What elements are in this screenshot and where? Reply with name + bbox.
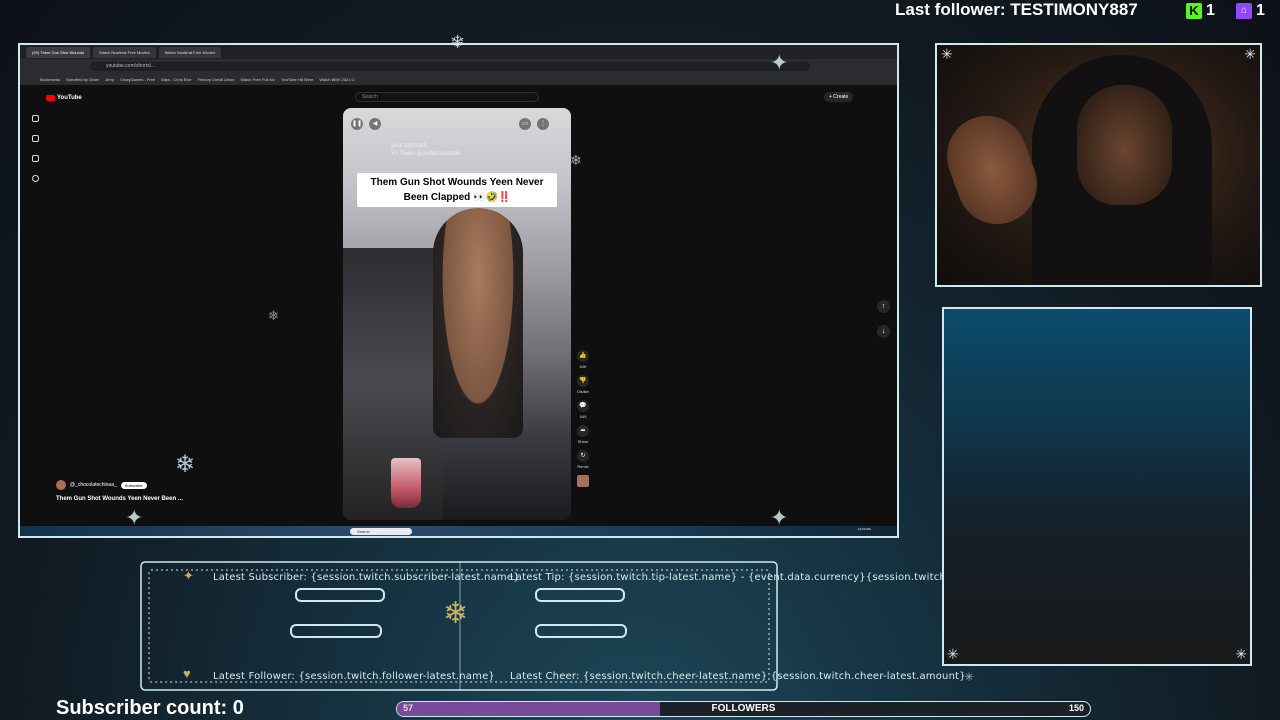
- remix-icon[interactable]: ↻: [577, 450, 589, 462]
- dislike-label: Dislike: [577, 389, 589, 394]
- bookmark-item[interactable]: Jerry: [105, 77, 114, 82]
- bookmark-item[interactable]: Specified by Order: [66, 77, 99, 82]
- heart-icon: ♥: [183, 666, 191, 681]
- webcam-feed: ✳ ✳: [935, 43, 1262, 287]
- youtube-search-input[interactable]: Search: [355, 92, 539, 102]
- pause-icon[interactable]: ❚❚: [351, 118, 363, 130]
- more-icon[interactable]: ⋮: [537, 118, 549, 130]
- sparkle-icon: ✳: [1235, 646, 1247, 662]
- remix-label: Remix: [577, 464, 589, 469]
- short-video-player[interactable]: your stomach >> Them gunshot wounds Them…: [343, 108, 571, 520]
- subtitle-line: >> Them gunshot wounds: [391, 151, 461, 157]
- youtube-logo-text: YouTube: [57, 95, 82, 101]
- share-icon[interactable]: ➦: [577, 425, 589, 437]
- sidebar-item-shorts[interactable]: [31, 135, 39, 142]
- channel-avatar[interactable]: [56, 480, 66, 490]
- snowflake-icon: ❄: [175, 451, 196, 478]
- decor-pill: [535, 624, 627, 638]
- drink-cup: [391, 458, 421, 508]
- bookmark-item[interactable]: Watch BMX 2021 O: [319, 77, 354, 82]
- twitch-icon: ⌂: [1236, 3, 1252, 19]
- latest-subscriber-text: Latest Subscriber: {session.twitch.subsc…: [213, 572, 520, 583]
- taskbar-search[interactable]: Search: [350, 528, 412, 535]
- browser-tab[interactable]: Watch Nosferat Free Movies: [93, 46, 156, 58]
- previous-short-icon[interactable]: ↑: [877, 300, 890, 313]
- subtitle-line: your stomach: [391, 143, 428, 149]
- youtube-play-icon: [46, 95, 55, 101]
- comment-count: 549: [579, 414, 587, 419]
- decor-pill: [535, 588, 625, 602]
- sound-thumbnail[interactable]: [577, 475, 589, 487]
- youtube-sidebar: [28, 115, 42, 182]
- chat-panel: ✳ ✳: [942, 307, 1252, 666]
- sparkle-icon: ✦: [125, 505, 144, 530]
- subscribe-button[interactable]: Subscribe: [120, 481, 147, 489]
- last-follower-label: Last follower: TESTIMONY887: [895, 0, 1138, 19]
- comment-icon[interactable]: 💬: [577, 400, 589, 412]
- taskbar-clock: 12:23 AM: [858, 527, 871, 531]
- snowflake-icon: ❄: [268, 308, 279, 323]
- channel-row: @_chocolatechinaa_ Subscribe: [56, 480, 147, 490]
- followers-goal-bar: 57 FOLLOWERS 150: [396, 701, 1091, 717]
- sidebar-item-home[interactable]: [31, 115, 39, 122]
- bookmark-item[interactable]: Firstory Credit Union: [198, 77, 235, 82]
- like-count: 44K: [579, 364, 587, 369]
- snowflake-icon: ❄: [450, 32, 466, 52]
- kick-follower-badge: K 1: [1186, 2, 1215, 20]
- video-subject: [433, 208, 523, 438]
- browser-tab[interactable]: Watch Nosferat Free Movies: [158, 46, 222, 58]
- bookmark-item[interactable]: Watch Free Full Mo: [240, 77, 275, 82]
- channel-name[interactable]: @_chocolatechinaa_: [70, 482, 117, 488]
- subscriptions-icon: [31, 155, 39, 162]
- dislike-icon[interactable]: 👎: [577, 375, 589, 387]
- snowflake-icon: ❄: [570, 152, 582, 168]
- video-subtitle: your stomach >> Them gunshot wounds: [391, 142, 460, 158]
- like-icon[interactable]: 👍: [577, 350, 589, 362]
- followers-label: FOLLOWERS: [711, 703, 776, 714]
- sparkle-icon: ✳: [1244, 46, 1256, 62]
- youtube-logo[interactable]: YouTube: [46, 95, 82, 101]
- windows-taskbar: Search 12:23 AM: [20, 526, 897, 536]
- bookmark-item[interactable]: YouTube Hit Were: [281, 77, 313, 82]
- bookmarks-bar: Bookmarks Specified by Order Jerry Crazy…: [20, 73, 897, 85]
- decor-pill: [295, 588, 385, 602]
- sparkle-icon: ✳: [947, 646, 959, 662]
- twitch-count: 1: [1256, 2, 1265, 19]
- sidebar-item-subscriptions[interactable]: [31, 155, 39, 162]
- bookmark-item[interactable]: Bookmarks: [40, 77, 60, 82]
- video-title[interactable]: Them Gun Shot Wounds Yeen Never Been ...: [56, 496, 183, 502]
- browser-tab[interactable]: (29) Them Gun Shot Wounds: [26, 46, 91, 58]
- video-caption: Them Gun Shot Wounds Yeen Never Been Cla…: [357, 173, 557, 207]
- sidebar-item-you[interactable]: [31, 175, 39, 182]
- address-bar[interactable]: youtube.com/shorts/...: [90, 62, 810, 71]
- volume-icon[interactable]: ◀: [369, 118, 381, 130]
- latest-follower-text: Latest Follower: {session.twitch.followe…: [213, 671, 495, 682]
- sparkle-icon: ✦: [770, 505, 789, 530]
- create-button[interactable]: + Create: [824, 92, 854, 102]
- user-icon: [31, 175, 39, 182]
- sparkle-icon: ✳: [941, 46, 953, 62]
- subscriber-count: Subscriber count: 0: [56, 697, 244, 719]
- sparkle-icon: ✦: [183, 568, 194, 583]
- snowflake-icon: ❄: [443, 597, 469, 630]
- bookmark-item[interactable]: Blips - Chris Elve: [161, 77, 191, 82]
- followers-goal: 150: [1068, 703, 1084, 713]
- webcam-face: [1077, 85, 1172, 205]
- latest-cheer-text: Latest Cheer: {session.twitch.cheer-late…: [510, 671, 966, 682]
- kick-icon: K: [1186, 3, 1202, 19]
- bookmark-item[interactable]: CrazyGames - Free: [120, 77, 155, 82]
- home-icon: [31, 115, 39, 122]
- short-actions: 👍 44K 👎 Dislike 💬 549 ➦ Share ↻ Remix: [575, 350, 591, 487]
- share-label: Share: [577, 439, 589, 444]
- shorts-icon: [31, 135, 39, 142]
- sparkle-icon: ✦: [770, 50, 789, 75]
- captions-icon[interactable]: ▭: [519, 118, 531, 130]
- next-short-icon[interactable]: ↓: [877, 325, 890, 338]
- kick-count: 1: [1206, 2, 1215, 19]
- screen-capture: (29) Them Gun Shot Wounds Watch Nosferat…: [18, 43, 899, 538]
- decor-pill: [290, 624, 382, 638]
- twitch-follower-badge: ⌂ 1: [1236, 2, 1265, 20]
- latest-tip-text: Latest Tip: {session.twitch.tip-latest.n…: [510, 572, 942, 583]
